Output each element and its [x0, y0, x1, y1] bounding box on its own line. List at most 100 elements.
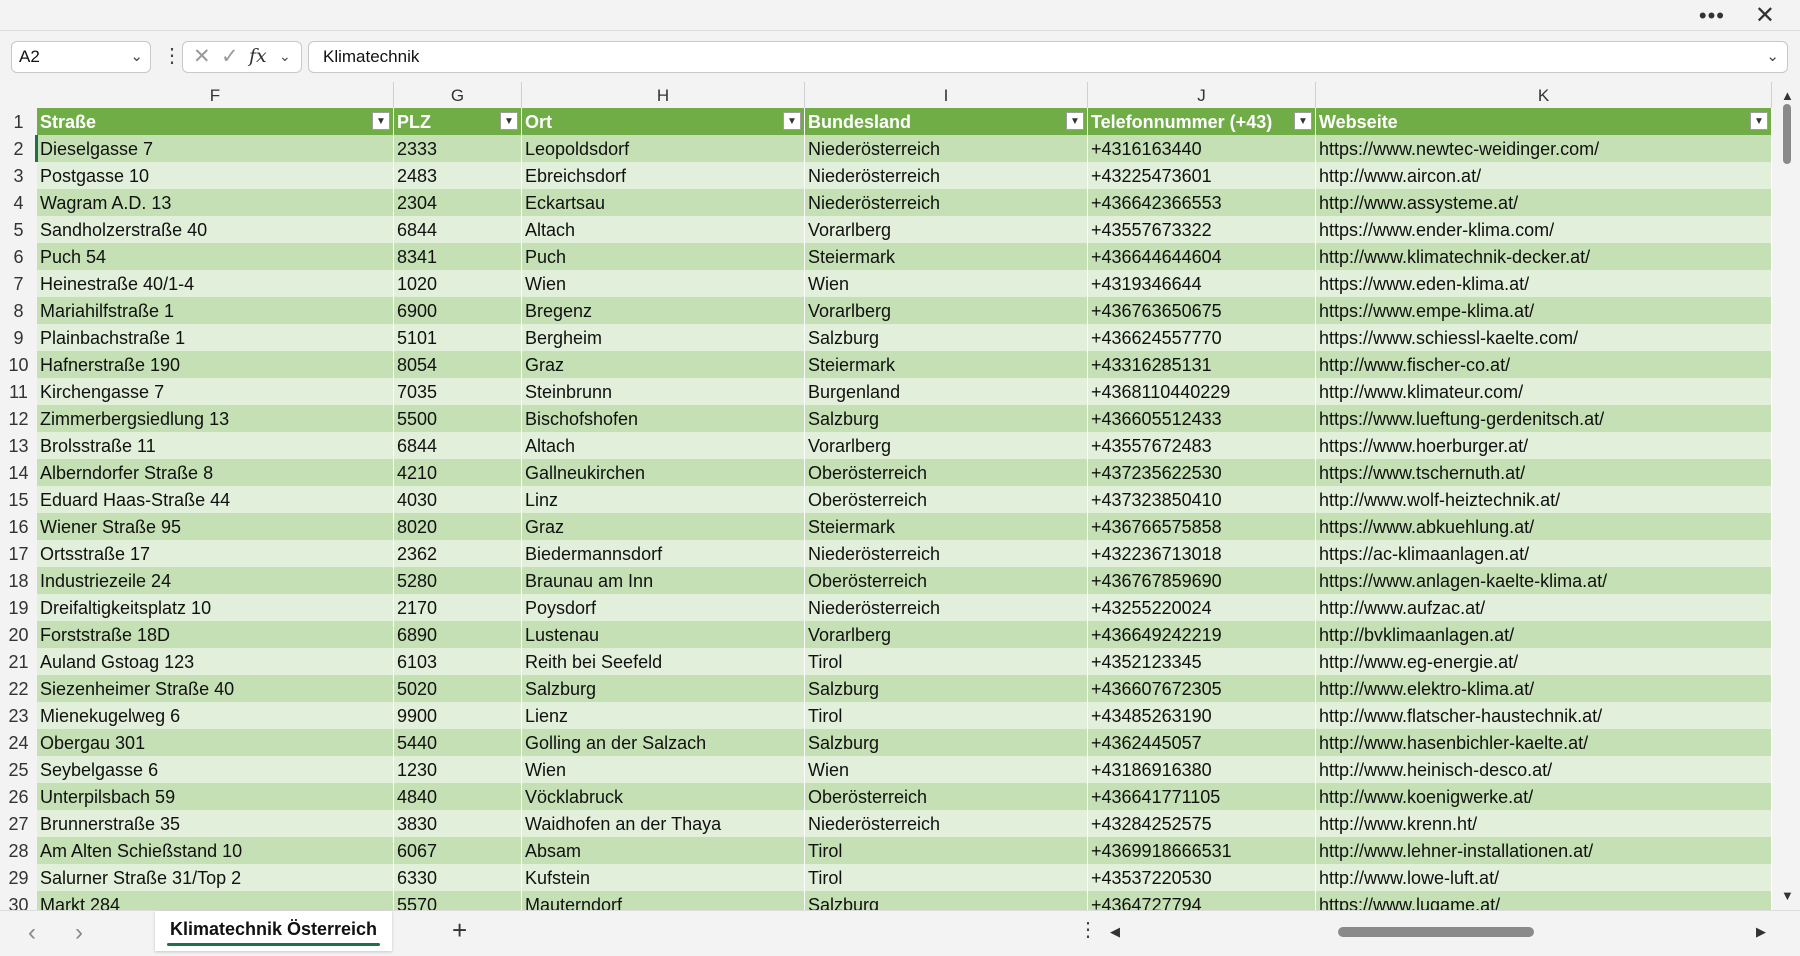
scroll-down-icon[interactable]: ▼ — [1781, 888, 1794, 903]
col-bundesland-cell[interactable]: Steiermark — [805, 351, 1088, 378]
col-bundesland-cell[interactable]: Niederösterreich — [805, 594, 1088, 621]
col-webseite-cell[interactable]: http://www.fischer-co.at/ — [1316, 351, 1772, 378]
check-icon[interactable]: ✓ — [221, 44, 239, 69]
col-telefon-cell[interactable]: +4352123345 — [1088, 648, 1316, 675]
row-number[interactable]: 16 — [0, 513, 37, 540]
col-bundesland-cell[interactable]: Vorarlberg — [805, 297, 1088, 324]
col-bundesland-cell[interactable]: Tirol — [805, 648, 1088, 675]
col-bundesland-cell[interactable]: Steiermark — [805, 243, 1088, 270]
row-number[interactable]: 12 — [0, 405, 37, 432]
col-webseite-cell[interactable]: https://www.empe-klima.at/ — [1316, 297, 1772, 324]
col-ort-cell[interactable]: Leopoldsdorf — [522, 135, 805, 162]
col-plz-cell[interactable]: 5440 — [394, 729, 522, 756]
col-telefon-cell[interactable]: +43537220530 — [1088, 864, 1316, 891]
col-plz-cell[interactable]: 6103 — [394, 648, 522, 675]
col-webseite-cell[interactable]: https://www.newtec-weidinger.com/ — [1316, 135, 1772, 162]
scroll-up-icon[interactable]: ▲ — [1781, 88, 1794, 103]
col-ort-cell[interactable]: Braunau am Inn — [522, 567, 805, 594]
col-webseite-cell[interactable]: http://www.krenn.ht/ — [1316, 810, 1772, 837]
col-street-cell[interactable]: Postgasse 10 — [37, 162, 394, 189]
col-street-cell[interactable]: Brunnerstraße 35 — [37, 810, 394, 837]
col-ort-cell[interactable]: Absam — [522, 837, 805, 864]
col-plz-cell[interactable]: 2362 — [394, 540, 522, 567]
col-telefon-cell[interactable]: +436624557770 — [1088, 324, 1316, 351]
col-ort-cell[interactable]: Wien — [522, 270, 805, 297]
filter-dropdown-icon[interactable]: ▼ — [1294, 112, 1312, 130]
col-bundesland-cell[interactable]: Niederösterreich — [805, 162, 1088, 189]
add-sheet-icon[interactable]: + — [452, 915, 467, 946]
col-ort-cell[interactable]: Reith bei Seefeld — [522, 648, 805, 675]
row-number[interactable]: 22 — [0, 675, 37, 702]
col-plz-cell[interactable]: 5280 — [394, 567, 522, 594]
col-bundesland-cell[interactable]: Oberösterreich — [805, 783, 1088, 810]
chevron-down-icon[interactable]: ⌄ — [279, 48, 291, 65]
col-bundesland-cell[interactable]: Steiermark — [805, 513, 1088, 540]
row-number[interactable]: 2 — [0, 135, 37, 162]
col-telefon-cell[interactable]: +437323850410 — [1088, 486, 1316, 513]
col-street-cell[interactable]: Plainbachstraße 1 — [37, 324, 394, 351]
col-telefon-cell[interactable]: +436767859690 — [1088, 567, 1316, 594]
col-ort-cell[interactable]: Vöcklabruck — [522, 783, 805, 810]
col-bundesland-cell[interactable]: Salzburg — [805, 405, 1088, 432]
col-telefon-cell[interactable]: +436649242219 — [1088, 621, 1316, 648]
col-ort-cell[interactable]: Altach — [522, 432, 805, 459]
col-webseite-cell[interactable]: http://www.eg-energie.at/ — [1316, 648, 1772, 675]
col-bundesland-cell[interactable]: Burgenland — [805, 378, 1088, 405]
row-number[interactable]: 6 — [0, 243, 37, 270]
col-street-cell[interactable]: Mienekugelweg 6 — [37, 702, 394, 729]
row-number[interactable]: 15 — [0, 486, 37, 513]
col-ort-cell[interactable]: Salzburg — [522, 675, 805, 702]
col-street-cell[interactable]: Alberndorfer Straße 8 — [37, 459, 394, 486]
col-webseite-cell[interactable]: https://www.lugame.at/ — [1316, 891, 1772, 910]
col-street-cell[interactable]: Puch 54 — [37, 243, 394, 270]
row-number[interactable]: 21 — [0, 648, 37, 675]
header-cell[interactable]: Straße ▼ — [37, 108, 394, 135]
row-number[interactable]: 7 — [0, 270, 37, 297]
col-telefon-cell[interactable]: +436641771105 — [1088, 783, 1316, 810]
col-plz-cell[interactable]: 3830 — [394, 810, 522, 837]
col-bundesland-cell[interactable]: Salzburg — [805, 324, 1088, 351]
col-webseite-cell[interactable]: https://www.ender-klima.com/ — [1316, 216, 1772, 243]
col-webseite-cell[interactable]: https://ac-klimaanlagen.at/ — [1316, 540, 1772, 567]
col-webseite-cell[interactable]: http://www.hasenbichler-kaelte.at/ — [1316, 729, 1772, 756]
col-plz-cell[interactable]: 7035 — [394, 378, 522, 405]
col-bundesland-cell[interactable]: Niederösterreich — [805, 810, 1088, 837]
column-header[interactable]: F — [37, 82, 394, 108]
horizontal-scrollbar[interactable]: ◀ ▶ — [1110, 919, 1770, 945]
col-street-cell[interactable]: Heinestraße 40/1-4 — [37, 270, 394, 297]
col-plz-cell[interactable]: 5570 — [394, 891, 522, 910]
col-ort-cell[interactable]: Ebreichsdorf — [522, 162, 805, 189]
col-webseite-cell[interactable]: http://bvklimaanlagen.at/ — [1316, 621, 1772, 648]
prev-sheet-icon[interactable]: ‹ — [28, 919, 36, 947]
col-plz-cell[interactable]: 4840 — [394, 783, 522, 810]
col-street-cell[interactable]: Eduard Haas-Straße 44 — [37, 486, 394, 513]
col-ort-cell[interactable]: Lustenau — [522, 621, 805, 648]
filter-dropdown-icon[interactable]: ▼ — [1066, 112, 1084, 130]
row-number[interactable]: 27 — [0, 810, 37, 837]
col-street-cell[interactable]: Wiener Straße 95 — [37, 513, 394, 540]
col-bundesland-cell[interactable]: Niederösterreich — [805, 540, 1088, 567]
col-street-cell[interactable]: Forststraße 18D — [37, 621, 394, 648]
col-plz-cell[interactable]: 6067 — [394, 837, 522, 864]
row-number[interactable]: 1 — [0, 108, 37, 135]
header-cell[interactable]: Ort ▼ — [522, 108, 805, 135]
col-bundesland-cell[interactable]: Vorarlberg — [805, 621, 1088, 648]
col-bundesland-cell[interactable]: Vorarlberg — [805, 216, 1088, 243]
col-telefon-cell[interactable]: +437235622530 — [1088, 459, 1316, 486]
expand-formula-icon[interactable]: ⌄ — [1766, 42, 1779, 72]
row-number[interactable]: 17 — [0, 540, 37, 567]
col-street-cell[interactable]: Siezenheimer Straße 40 — [37, 675, 394, 702]
col-webseite-cell[interactable]: https://www.anlagen-kaelte-klima.at/ — [1316, 567, 1772, 594]
col-ort-cell[interactable]: Bischofshofen — [522, 405, 805, 432]
col-webseite-cell[interactable]: http://www.elektro-klima.at/ — [1316, 675, 1772, 702]
col-bundesland-cell[interactable]: Salzburg — [805, 891, 1088, 910]
col-webseite-cell[interactable]: http://www.lehner-installationen.at/ — [1316, 837, 1772, 864]
col-street-cell[interactable]: Sandholzerstraße 40 — [37, 216, 394, 243]
col-telefon-cell[interactable]: +436642366553 — [1088, 189, 1316, 216]
col-webseite-cell[interactable]: https://www.eden-klima.at/ — [1316, 270, 1772, 297]
col-telefon-cell[interactable]: +432236713018 — [1088, 540, 1316, 567]
col-webseite-cell[interactable]: http://www.klimatechnik-decker.at/ — [1316, 243, 1772, 270]
row-number[interactable]: 18 — [0, 567, 37, 594]
col-telefon-cell[interactable]: +4368110440229 — [1088, 378, 1316, 405]
scroll-left-icon[interactable]: ◀ — [1110, 924, 1120, 940]
